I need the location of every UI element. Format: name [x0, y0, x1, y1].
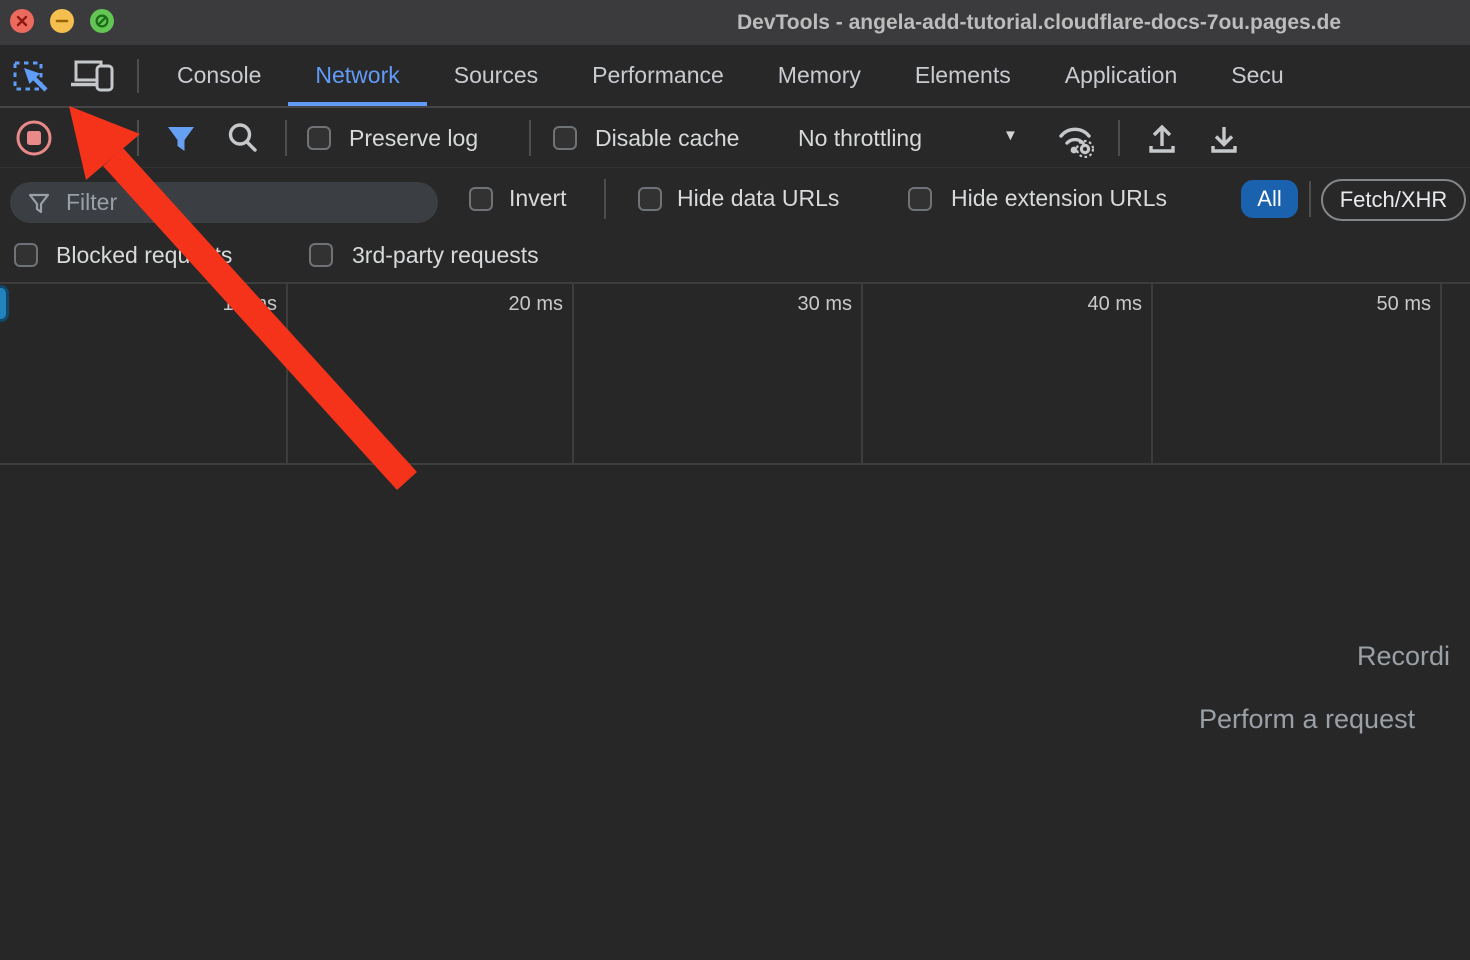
timeline-divider	[1440, 284, 1442, 463]
checkbox-box	[309, 243, 333, 267]
network-conditions-icon	[1053, 118, 1097, 158]
tab-console[interactable]: Console	[150, 45, 288, 106]
tab-performance[interactable]: Performance	[565, 45, 751, 106]
filter-toggle-button[interactable]	[162, 119, 200, 157]
filter-separator	[1309, 181, 1311, 217]
disable-cache-label: Disable cache	[595, 125, 739, 152]
devtools-tabs: Console Network Sources Performance Memo…	[150, 45, 1311, 106]
tab-network[interactable]: Network	[288, 45, 426, 106]
close-icon	[10, 9, 34, 33]
devtools-tabbar: Console Network Sources Performance Memo…	[0, 45, 1470, 108]
timeline-tick-label: 10 ms	[137, 293, 277, 316]
filter-all-button[interactable]: All	[1241, 180, 1298, 218]
empty-state-hint-text: Perform a request	[1199, 704, 1415, 735]
checkbox-box	[908, 187, 932, 211]
hide-data-urls-checkbox[interactable]: Hide data URLs	[638, 169, 839, 228]
throttling-select[interactable]: No throttling	[798, 108, 922, 168]
clipped-overview-handle	[0, 285, 9, 322]
toolbar-separator	[285, 120, 287, 156]
hide-extension-urls-label: Hide extension URLs	[951, 185, 1167, 212]
inspect-element-button[interactable]	[12, 56, 50, 94]
timeline-divider	[1151, 284, 1153, 463]
third-party-requests-label: 3rd-party requests	[352, 242, 539, 269]
device-toolbar-icon	[70, 57, 116, 95]
network-filter-row: Filter Invert Hide data URLs Hide extens…	[0, 169, 1470, 228]
checkbox-box	[14, 243, 38, 267]
throttling-value: No throttling	[798, 125, 922, 152]
tab-sources[interactable]: Sources	[427, 45, 565, 106]
filter-placeholder: Filter	[66, 189, 117, 216]
checkbox-box	[469, 187, 493, 211]
inspect-cursor-icon	[12, 56, 50, 94]
minimize-icon	[50, 9, 74, 33]
timeline-divider	[861, 284, 863, 463]
filter-separator	[604, 179, 606, 219]
filter-input[interactable]: Filter	[10, 182, 438, 223]
tab-elements[interactable]: Elements	[888, 45, 1038, 106]
toggle-device-toolbar-button[interactable]	[70, 57, 116, 95]
export-har-button[interactable]	[1205, 119, 1243, 157]
search-icon	[224, 119, 262, 157]
network-toolbar: Preserve log Disable cache No throttling…	[0, 108, 1470, 168]
timeline-divider	[572, 284, 574, 463]
invert-checkbox[interactable]: Invert	[469, 169, 567, 228]
hide-extension-urls-checkbox[interactable]: Hide extension URLs	[908, 169, 1167, 228]
search-button[interactable]	[224, 119, 262, 157]
toolbar-separator	[137, 120, 139, 156]
tabbar-separator	[137, 59, 139, 93]
close-window-button[interactable]	[10, 9, 34, 33]
funnel-icon	[162, 119, 200, 157]
tab-application[interactable]: Application	[1038, 45, 1205, 106]
checkbox-box	[307, 126, 331, 150]
blocked-requests-label: Blocked requests	[56, 242, 232, 269]
hide-data-urls-label: Hide data URLs	[677, 185, 839, 212]
timeline-tick-label: 50 ms	[1291, 293, 1431, 316]
stop-recording-button[interactable]	[15, 119, 53, 157]
third-party-requests-checkbox[interactable]: 3rd-party requests	[309, 228, 539, 282]
disable-cache-checkbox[interactable]: Disable cache	[553, 108, 739, 168]
timeline-tick-label: 20 ms	[423, 293, 563, 316]
window-title: DevTools - angela-add-tutorial.cloudflar…	[737, 0, 1341, 45]
filter-fetch-xhr-button[interactable]: Fetch/XHR	[1321, 179, 1466, 221]
timeline-tick-label: 40 ms	[1002, 293, 1142, 316]
tab-memory[interactable]: Memory	[751, 45, 888, 106]
minimize-window-button[interactable]	[50, 9, 74, 33]
network-conditions-button[interactable]	[1053, 118, 1097, 158]
checkbox-box	[638, 187, 662, 211]
preserve-log-label: Preserve log	[349, 125, 478, 152]
record-stop-icon	[15, 119, 53, 157]
window-titlebar: DevTools - angela-add-tutorial.cloudflar…	[0, 0, 1470, 45]
network-overview-timeline: 10 ms 20 ms 30 ms 40 ms 50 ms	[0, 284, 1470, 465]
invert-label: Invert	[509, 185, 567, 212]
filter-funnel-icon	[26, 190, 52, 216]
zoom-window-button[interactable]	[90, 9, 114, 33]
clear-icon	[77, 119, 115, 157]
import-har-button[interactable]	[1143, 119, 1181, 157]
zoom-disabled-icon	[90, 9, 114, 33]
tab-security[interactable]: Secu	[1204, 45, 1310, 106]
network-filter-row-2: Blocked requests 3rd-party requests	[0, 228, 1470, 284]
toolbar-separator	[529, 120, 531, 156]
clear-network-log-button[interactable]	[77, 119, 115, 157]
empty-state-recording-text: Recordi	[1357, 641, 1450, 672]
blocked-requests-checkbox[interactable]: Blocked requests	[14, 228, 232, 282]
preserve-log-checkbox[interactable]: Preserve log	[307, 108, 478, 168]
timeline-divider	[286, 284, 288, 463]
upload-icon	[1143, 119, 1181, 157]
download-icon	[1205, 119, 1243, 157]
checkbox-box	[553, 126, 577, 150]
toolbar-separator	[1118, 120, 1120, 156]
throttling-caret-icon[interactable]: ▼	[1003, 127, 1018, 144]
timeline-tick-label: 30 ms	[712, 293, 852, 316]
